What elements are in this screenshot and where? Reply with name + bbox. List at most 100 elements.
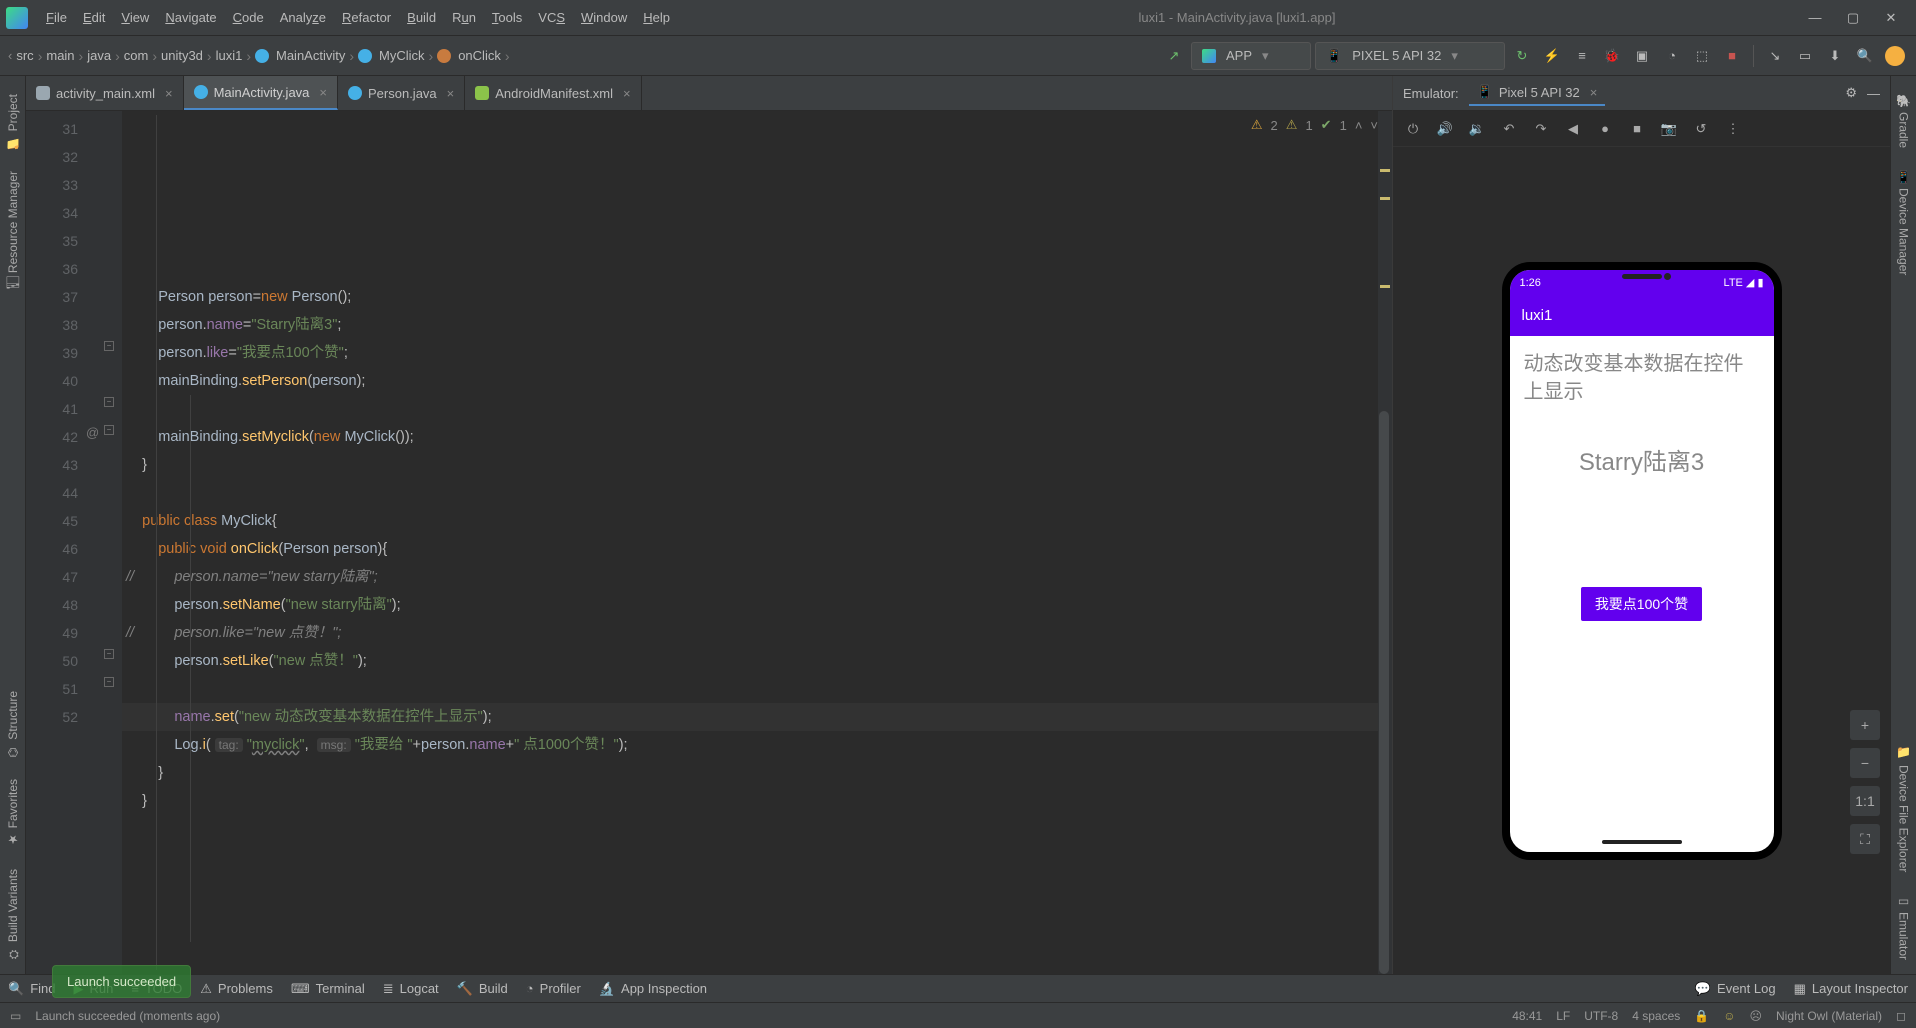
notifications-icon[interactable]: ◻	[1896, 1009, 1906, 1023]
user-button[interactable]	[1882, 43, 1908, 69]
close-icon[interactable]: ×	[447, 86, 455, 101]
tool-logcat[interactable]: ≣Logcat	[383, 981, 439, 997]
zoom-fit-button[interactable]: ⛶	[1850, 824, 1880, 854]
sync-gradle-button[interactable]: ↘	[1762, 43, 1788, 69]
bc-onclick[interactable]: onClick	[458, 48, 501, 63]
tool-event-log[interactable]: 💬Event Log	[1695, 981, 1776, 997]
tool-favorites[interactable]: ★Favorites	[4, 771, 22, 854]
fold-marker[interactable]: −	[104, 649, 114, 659]
volume-down-icon[interactable]: 🔉	[1467, 121, 1487, 137]
gear-icon[interactable]: ⚙	[1845, 85, 1857, 101]
tab-person[interactable]: Person.java ×	[338, 76, 465, 110]
tab-manifest[interactable]: AndroidManifest.xml ×	[465, 76, 641, 110]
tool-terminal[interactable]: ⌨Terminal	[291, 981, 365, 997]
close-icon[interactable]: ×	[319, 85, 327, 100]
search-everywhere-button[interactable]: 🔍	[1852, 43, 1878, 69]
editor-body[interactable]: 3132333435363738394041424344454647484950…	[26, 111, 1392, 974]
back-icon[interactable]: ◀	[1563, 121, 1583, 137]
debug-button[interactable]: 🐞	[1599, 43, 1625, 69]
window-maximize[interactable]: ▢	[1834, 4, 1872, 32]
menu-view[interactable]: View	[113, 6, 157, 29]
bc-chevron[interactable]: ‹	[8, 48, 12, 63]
run-button[interactable]: ↻	[1509, 43, 1535, 69]
bc-mainactivity[interactable]: MainActivity	[276, 48, 345, 63]
menu-code[interactable]: Code	[225, 6, 272, 29]
theme-indicator[interactable]: Night Owl (Material)	[1776, 1009, 1882, 1023]
zoom-in-button[interactable]: +	[1850, 710, 1880, 740]
rotate-left-icon[interactable]: ↶	[1499, 121, 1519, 137]
tool-app-inspection[interactable]: 🔬App Inspection	[599, 981, 707, 997]
breadcrumb[interactable]: ‹ src› main› java› com› unity3d› luxi1› …	[8, 48, 510, 64]
tab-mainactivity[interactable]: MainActivity.java ×	[184, 76, 338, 110]
snapshot-icon[interactable]: ↺	[1691, 121, 1711, 137]
more-icon[interactable]: ⋮	[1723, 121, 1743, 137]
tool-build-variants[interactable]: ⛭Build Variants	[4, 861, 22, 968]
tab-activity-main[interactable]: activity_main.xml ×	[26, 76, 184, 110]
run-config-dropdown[interactable]: APP ▾	[1191, 42, 1311, 70]
fold-marker[interactable]: −	[104, 677, 114, 687]
fold-marker[interactable]: −	[104, 341, 114, 351]
sdk-manager-button[interactable]: ⬇	[1822, 43, 1848, 69]
zoom-reset-button[interactable]: 1:1	[1850, 786, 1880, 816]
tool-device-manager[interactable]: 📱Device Manager	[1895, 162, 1913, 283]
close-icon[interactable]: ×	[1590, 85, 1598, 100]
screenshot-icon[interactable]: 📷	[1659, 121, 1679, 137]
zoom-out-button[interactable]: −	[1850, 748, 1880, 778]
tool-structure[interactable]: ⌬Structure	[4, 683, 22, 766]
menu-vcs[interactable]: VCS	[530, 6, 573, 29]
window-close[interactable]: ✕	[1872, 4, 1910, 32]
tool-resource-manager[interactable]: 🗂Resource Manager	[4, 163, 22, 299]
tool-profiler[interactable]: ◔Profiler	[526, 981, 581, 996]
bc-main[interactable]: main	[46, 48, 74, 63]
tool-problems[interactable]: ⚠Problems	[200, 981, 273, 997]
menu-edit[interactable]: Edit	[75, 6, 113, 29]
tool-find[interactable]: 🔍Find	[8, 981, 55, 997]
menu-run[interactable]: Run	[444, 6, 484, 29]
fold-marker[interactable]: −	[104, 397, 114, 407]
menu-tools[interactable]: Tools	[484, 6, 530, 29]
menu-window[interactable]: Window	[573, 6, 635, 29]
profile-button[interactable]: ◔	[1659, 43, 1685, 69]
face-happy-icon[interactable]: ☺	[1723, 1009, 1735, 1023]
menu-file[interactable]: File	[38, 6, 75, 29]
error-stripe[interactable]	[1378, 111, 1392, 974]
window-minimize[interactable]: —	[1796, 4, 1834, 32]
menu-navigate[interactable]: Navigate	[157, 6, 224, 29]
indent-setting[interactable]: 4 spaces	[1632, 1009, 1680, 1023]
menu-build[interactable]: Build	[399, 6, 444, 29]
fold-marker[interactable]: −	[104, 425, 114, 435]
bc-src[interactable]: src	[16, 48, 33, 63]
emulator-device-tab[interactable]: 📱 Pixel 5 API 32 ×	[1469, 80, 1606, 106]
menu-help[interactable]: Help	[635, 6, 678, 29]
chevron-down-icon[interactable]: ˅	[1370, 118, 1378, 133]
line-separator[interactable]: LF	[1556, 1009, 1570, 1023]
lock-icon[interactable]: 🔒	[1694, 1009, 1709, 1023]
emulator-viewport[interactable]: 1:26 LTE ◢ ▮ luxi1 动态改变基本数据在控件上显示 Starry…	[1393, 147, 1890, 974]
tool-build[interactable]: 🔨Build	[457, 981, 508, 997]
close-icon[interactable]: ×	[623, 86, 631, 101]
menu-analyze[interactable]: Analyze	[272, 6, 334, 29]
bc-unity3d[interactable]: unity3d	[161, 48, 203, 63]
tool-emulator[interactable]: ▭Emulator	[1895, 886, 1913, 968]
tool-project[interactable]: 📁Project	[4, 86, 22, 157]
tool-layout-inspector[interactable]: ▦Layout Inspector	[1794, 981, 1908, 997]
minimize-icon[interactable]: —	[1867, 86, 1880, 101]
chevron-up-icon[interactable]: ˄	[1355, 118, 1363, 133]
overview-icon[interactable]: ■	[1627, 121, 1647, 136]
code-area[interactable]: Person person=new Person(); person.name=…	[122, 111, 1378, 974]
app-like-button[interactable]: 我要点100个赞	[1581, 587, 1702, 621]
menu-refactor[interactable]: Refactor	[334, 6, 399, 29]
rotate-right-icon[interactable]: ↷	[1531, 121, 1551, 137]
face-sad-icon[interactable]: ☹	[1749, 1009, 1762, 1023]
device-screen[interactable]: 1:26 LTE ◢ ▮ luxi1 动态改变基本数据在控件上显示 Starry…	[1510, 270, 1774, 852]
apply-changes-button[interactable]: ⚡	[1539, 43, 1565, 69]
scrollbar-thumb[interactable]	[1379, 411, 1389, 974]
stop-button[interactable]: ■	[1719, 43, 1745, 69]
volume-up-icon[interactable]: 🔊	[1435, 121, 1455, 137]
close-icon[interactable]: ×	[165, 86, 173, 101]
bc-java[interactable]: java	[87, 48, 111, 63]
device-dropdown[interactable]: 📱 PIXEL 5 API 32 ▾	[1315, 42, 1505, 70]
power-icon[interactable]: ⏻	[1403, 121, 1423, 137]
nav-pill[interactable]	[1602, 840, 1682, 844]
bc-luxi1[interactable]: luxi1	[216, 48, 243, 63]
